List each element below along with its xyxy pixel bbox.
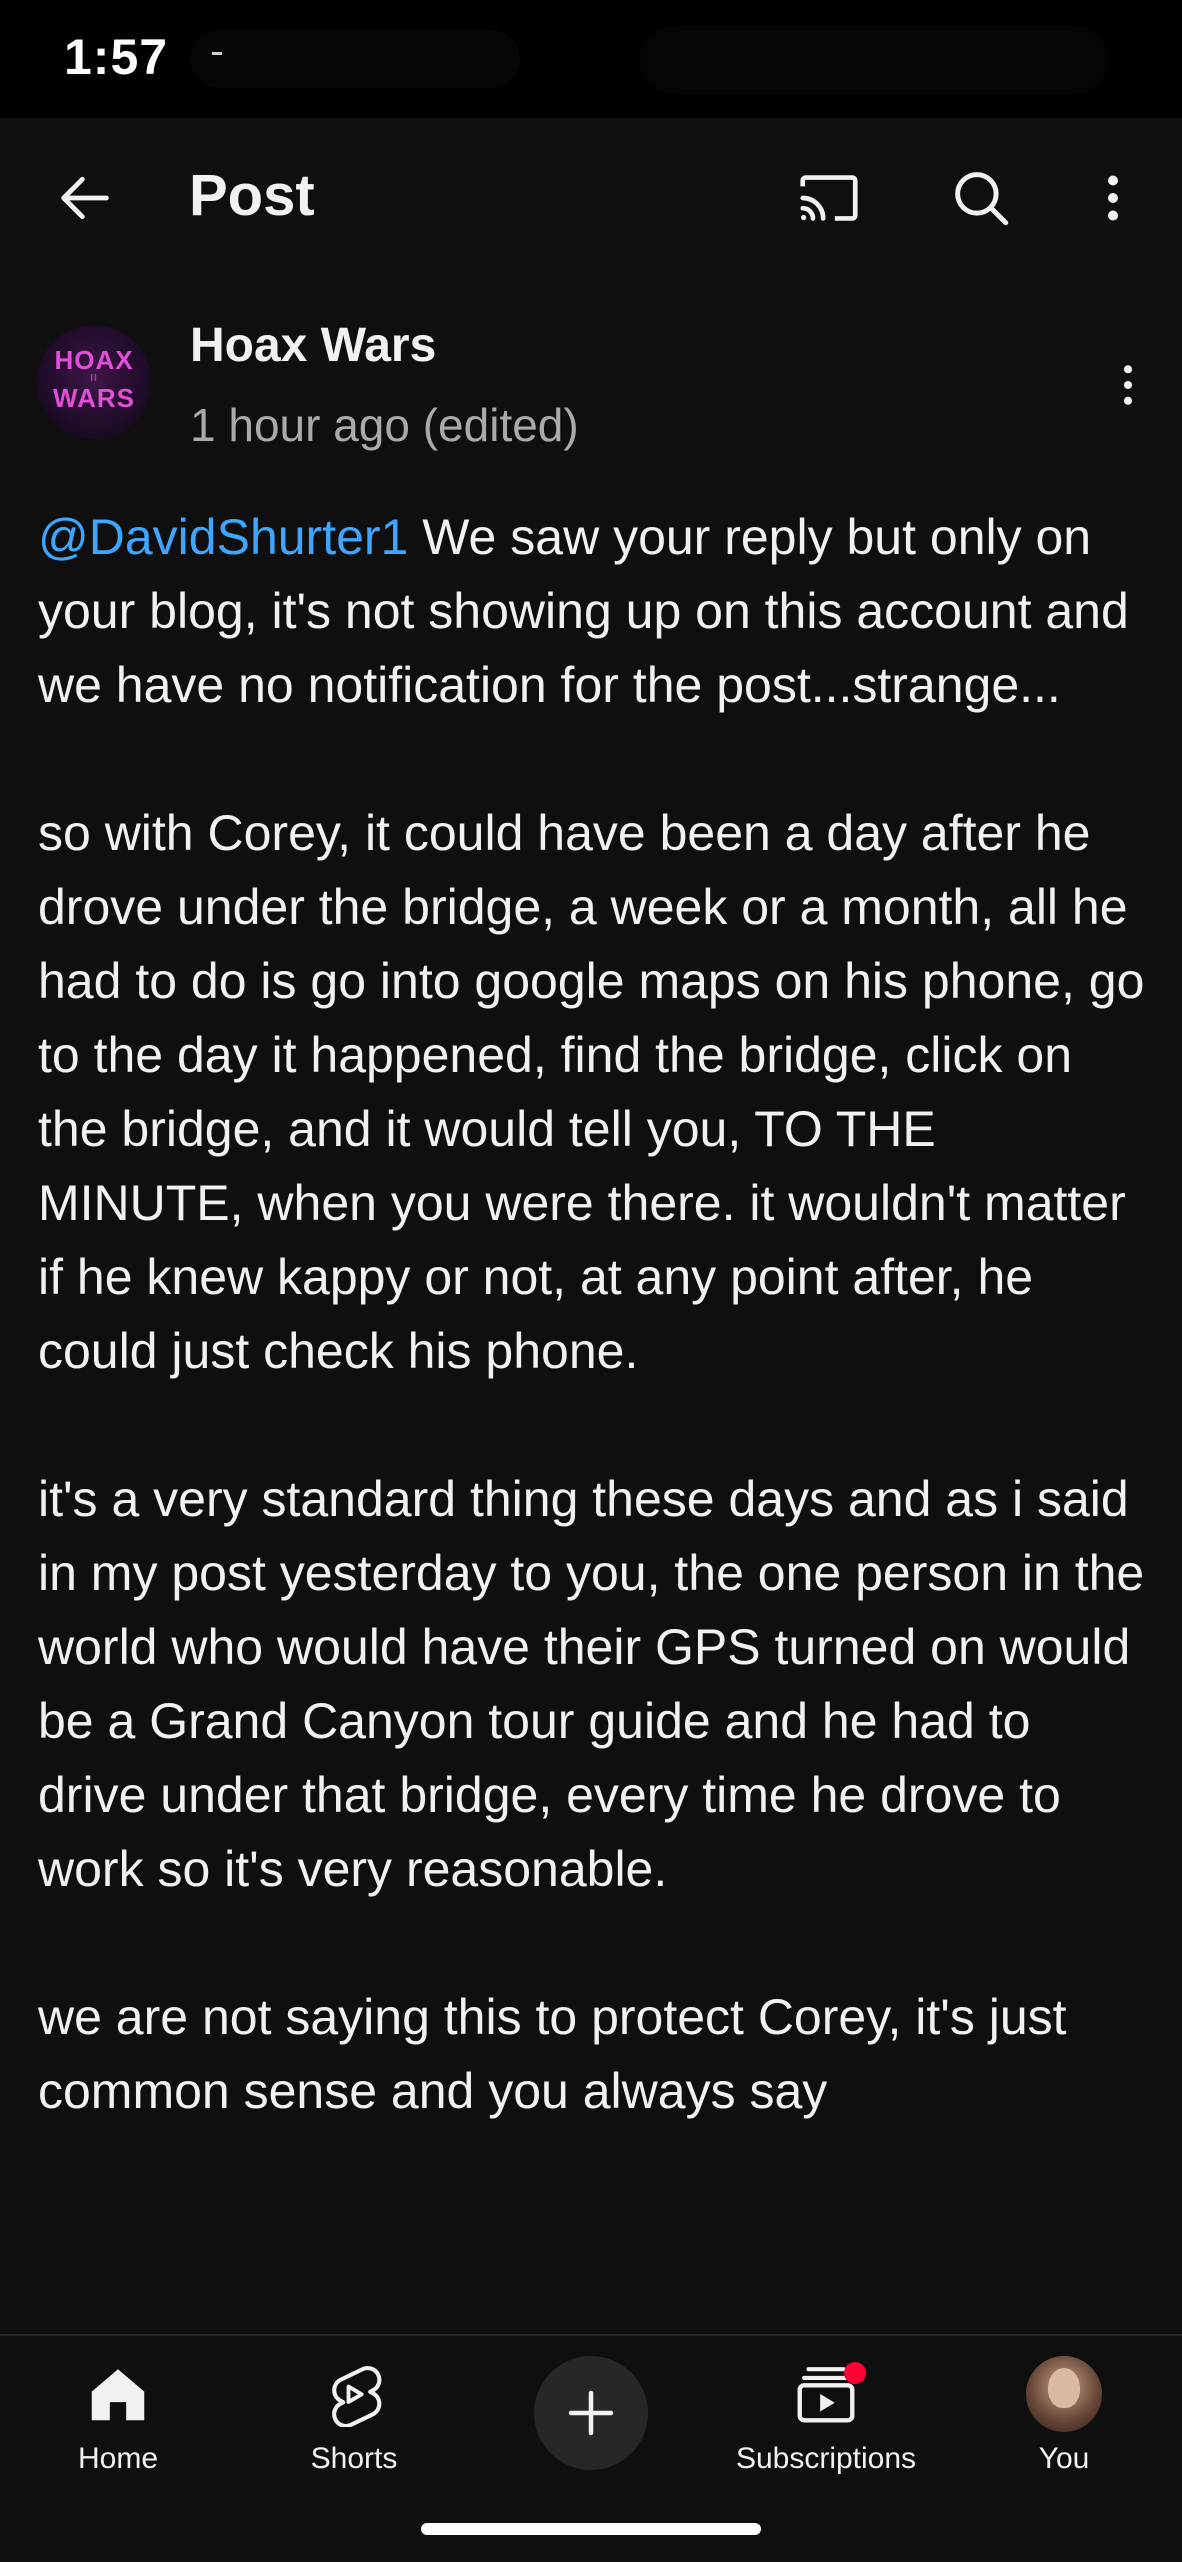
post-header: HOAX II WARS Hoax Wars 1 hour ago (edite… — [0, 300, 1182, 460]
post-paragraph: we are not saying this to protect Corey,… — [38, 1989, 1081, 2119]
cast-icon — [800, 175, 858, 221]
notification-dot — [844, 2362, 866, 2384]
arrow-left-icon — [61, 176, 109, 220]
status-redacted-area — [640, 26, 1110, 94]
channel-name[interactable]: Hoax Wars — [190, 318, 436, 373]
page-title: Post — [189, 163, 315, 228]
search-button[interactable] — [936, 153, 1026, 243]
nav-home[interactable]: Home — [18, 2354, 218, 2504]
nav-shorts[interactable]: Shorts — [254, 2354, 454, 2504]
post-paragraph: it's a very standard thing these days an… — [38, 1471, 1159, 1897]
cast-button[interactable] — [784, 153, 874, 243]
nav-home-label: Home — [77, 2442, 159, 2475]
nav-you-label: You — [1038, 2442, 1090, 2475]
shorts-icon — [332, 2366, 382, 2427]
home-icon — [91, 2369, 145, 2421]
channel-avatar[interactable]: HOAX II WARS — [37, 325, 151, 439]
avatar-logo-text: HOAX II WARS — [53, 345, 135, 413]
more-vertical-icon — [1123, 365, 1133, 405]
back-button[interactable] — [40, 153, 130, 243]
mention-link[interactable]: @DavidShurter1 — [38, 509, 408, 565]
plus-icon — [568, 2390, 614, 2436]
post-body: @DavidShurter1 We saw your reply but onl… — [38, 500, 1148, 2202]
home-indicator[interactable] — [421, 2523, 761, 2535]
nav-you[interactable]: You — [964, 2354, 1164, 2504]
status-dash — [212, 52, 222, 55]
post-timestamp: 1 hour ago (edited) — [190, 399, 579, 451]
user-avatar — [1026, 2356, 1102, 2432]
nav-shorts-label: Shorts — [310, 2442, 398, 2475]
search-icon — [955, 172, 1009, 226]
more-vertical-icon — [1108, 175, 1118, 221]
status-time: 1:57 — [64, 29, 169, 85]
post-paragraph: so with Corey, it could have been a day … — [38, 805, 1159, 1379]
nav-subscriptions-label: Subscriptions — [735, 2442, 917, 2475]
create-button[interactable] — [534, 2356, 648, 2470]
post-more-button[interactable] — [1088, 340, 1168, 430]
more-options-button[interactable] — [1068, 153, 1158, 243]
post-paragraph: @DavidShurter1 We saw your reply but onl… — [38, 509, 1143, 713]
status-bar: 1:57 — [0, 0, 1182, 118]
status-redacted-area — [190, 30, 520, 88]
app-header: Post — [0, 118, 1182, 278]
nav-subscriptions[interactable]: Subscriptions — [726, 2354, 926, 2504]
